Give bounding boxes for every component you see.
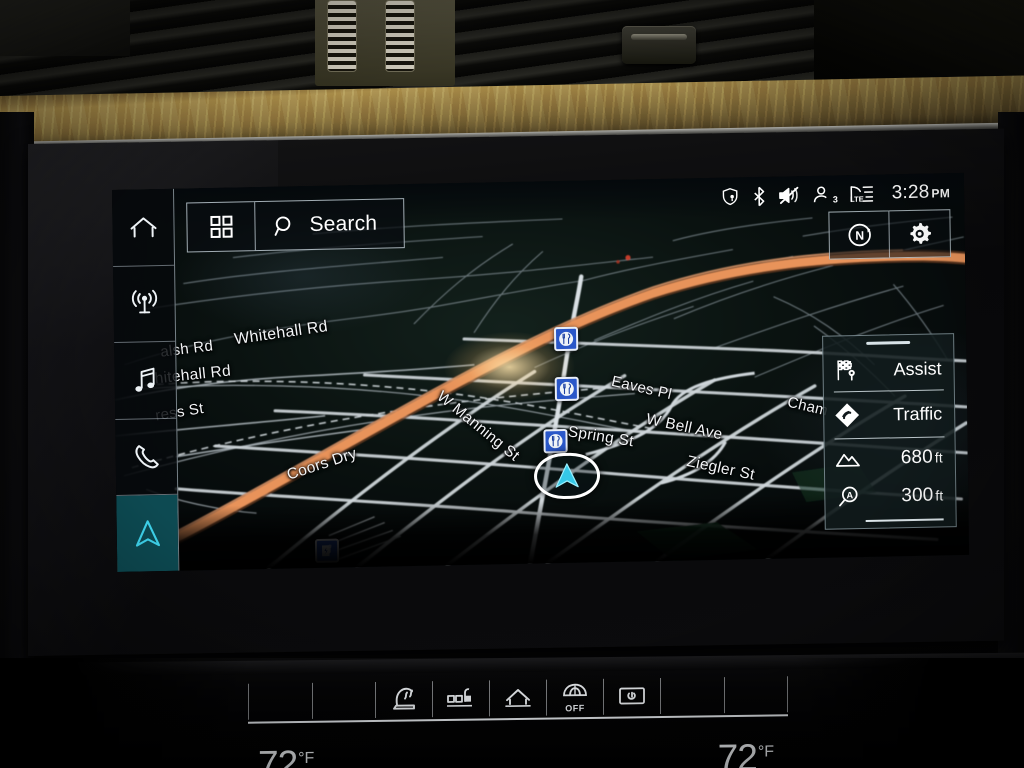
seat-heat-button[interactable] (376, 684, 432, 715)
north-up-compass-icon: N (847, 223, 871, 247)
climate-tick (660, 678, 661, 715)
status-bar: 3 LTE 3:28 PM (720, 179, 951, 210)
search-placeholder: Search (309, 211, 378, 237)
sidebar-item-phone[interactable] (115, 418, 178, 497)
search-input[interactable]: Search (255, 199, 403, 250)
console-right-shadow (794, 658, 1024, 768)
panel-drag-handle[interactable] (866, 341, 911, 345)
music-note-icon (134, 367, 155, 392)
infotainment-photo: alsh Rd Whitehall Rd hitehall Rd ress St Coo… (0, 0, 1024, 768)
climate-console[interactable]: OFF 72°F 72°F (0, 652, 1024, 768)
power-icon (619, 687, 645, 705)
sidebar-item-home[interactable] (112, 188, 175, 267)
main-sidebar[interactable] (112, 188, 180, 572)
climate-tick (787, 676, 788, 713)
scale-underline (865, 518, 944, 522)
north-up-button[interactable]: N (829, 211, 891, 259)
elevation-row: 680 ft (825, 439, 955, 478)
traffic-label: Traffic (893, 402, 943, 424)
restaurant-icon (547, 433, 563, 449)
defrost-button[interactable]: OFF (547, 681, 603, 713)
grid-apps-icon (209, 215, 233, 239)
auto-home-button[interactable] (490, 683, 546, 714)
bluetooth-icon (751, 185, 767, 206)
defrost-off-label: OFF (565, 702, 585, 713)
phone-handset-icon (134, 444, 159, 468)
airflow-button[interactable] (433, 683, 489, 714)
assist-row[interactable]: Assist (823, 349, 954, 390)
seat-heat-icon (393, 687, 415, 710)
vent-center-trim (315, 0, 455, 86)
auto-zoom-icon: A (833, 484, 863, 510)
sidebar-item-radio[interactable] (113, 265, 176, 344)
profile-icon: 3 (812, 184, 838, 205)
map-settings-button[interactable] (889, 210, 950, 257)
svg-text:N: N (855, 229, 864, 243)
console-left-shadow (0, 658, 250, 768)
vent-strip-right (385, 0, 415, 72)
navigation-screen[interactable]: alsh Rd Whitehall Rd hitehall Rd ress St Coo… (112, 172, 970, 572)
assist-label: Assist (893, 357, 942, 379)
lte-signal-icon: LTE (849, 184, 874, 205)
vent-strip-left (327, 0, 357, 72)
vehicle-position-marker (533, 452, 601, 500)
driver-temperature[interactable]: 72°F (258, 743, 314, 768)
restaurant-icon (558, 331, 574, 347)
airflow-icon (447, 688, 472, 707)
sidebar-item-navigation[interactable] (116, 495, 179, 572)
climate-button-row[interactable]: OFF (248, 672, 788, 724)
climate-tick (723, 677, 725, 714)
elevation-value: 680 ft (900, 446, 943, 469)
climate-controls[interactable]: OFF 72°F 72°F (248, 672, 788, 768)
vent-corner-left (0, 0, 130, 56)
restaurant-icon (559, 381, 575, 397)
power-button[interactable] (604, 682, 660, 711)
poi-marker-restaurant[interactable] (543, 428, 568, 454)
scale-row[interactable]: A 300 ft (825, 475, 956, 517)
passenger-temperature[interactable]: 72°F (718, 736, 774, 768)
svg-text:LTE: LTE (850, 195, 864, 204)
shield-location-icon (720, 186, 740, 206)
radio-antenna-icon (131, 290, 157, 314)
status-meridiem: PM (931, 186, 951, 201)
apps-grid-button[interactable] (187, 202, 256, 252)
search-bar[interactable]: Search (186, 198, 405, 253)
traffic-row[interactable]: Traffic (824, 392, 955, 437)
vent-adjuster-knob[interactable] (622, 26, 696, 64)
search-icon (274, 215, 291, 236)
traffic-diamond-icon (832, 401, 862, 430)
home-icon (130, 217, 157, 238)
gear-icon (910, 222, 931, 244)
checkered-flag-icon (831, 358, 861, 383)
scale-value: 300 ft (901, 484, 944, 506)
map-side-panel[interactable]: Assist Traffic 680 ft A 300 ft (822, 333, 957, 530)
auto-home-icon (505, 689, 531, 707)
sidebar-item-media[interactable] (114, 341, 177, 420)
climate-tick (311, 682, 313, 719)
climate-underline (248, 714, 788, 724)
mute-speaker-icon (778, 185, 801, 205)
navigation-arrow-icon (555, 463, 579, 488)
status-time: 3:28 PM (891, 181, 951, 204)
profile-number: 3 (832, 194, 838, 205)
navigation-arrow-icon (135, 520, 160, 547)
map-view-controls[interactable]: N (828, 209, 952, 260)
poi-marker-restaurant[interactable] (553, 326, 579, 352)
svg-text:A: A (846, 490, 853, 500)
poi-marker-restaurant[interactable] (554, 376, 579, 402)
mountain-icon (833, 449, 863, 470)
